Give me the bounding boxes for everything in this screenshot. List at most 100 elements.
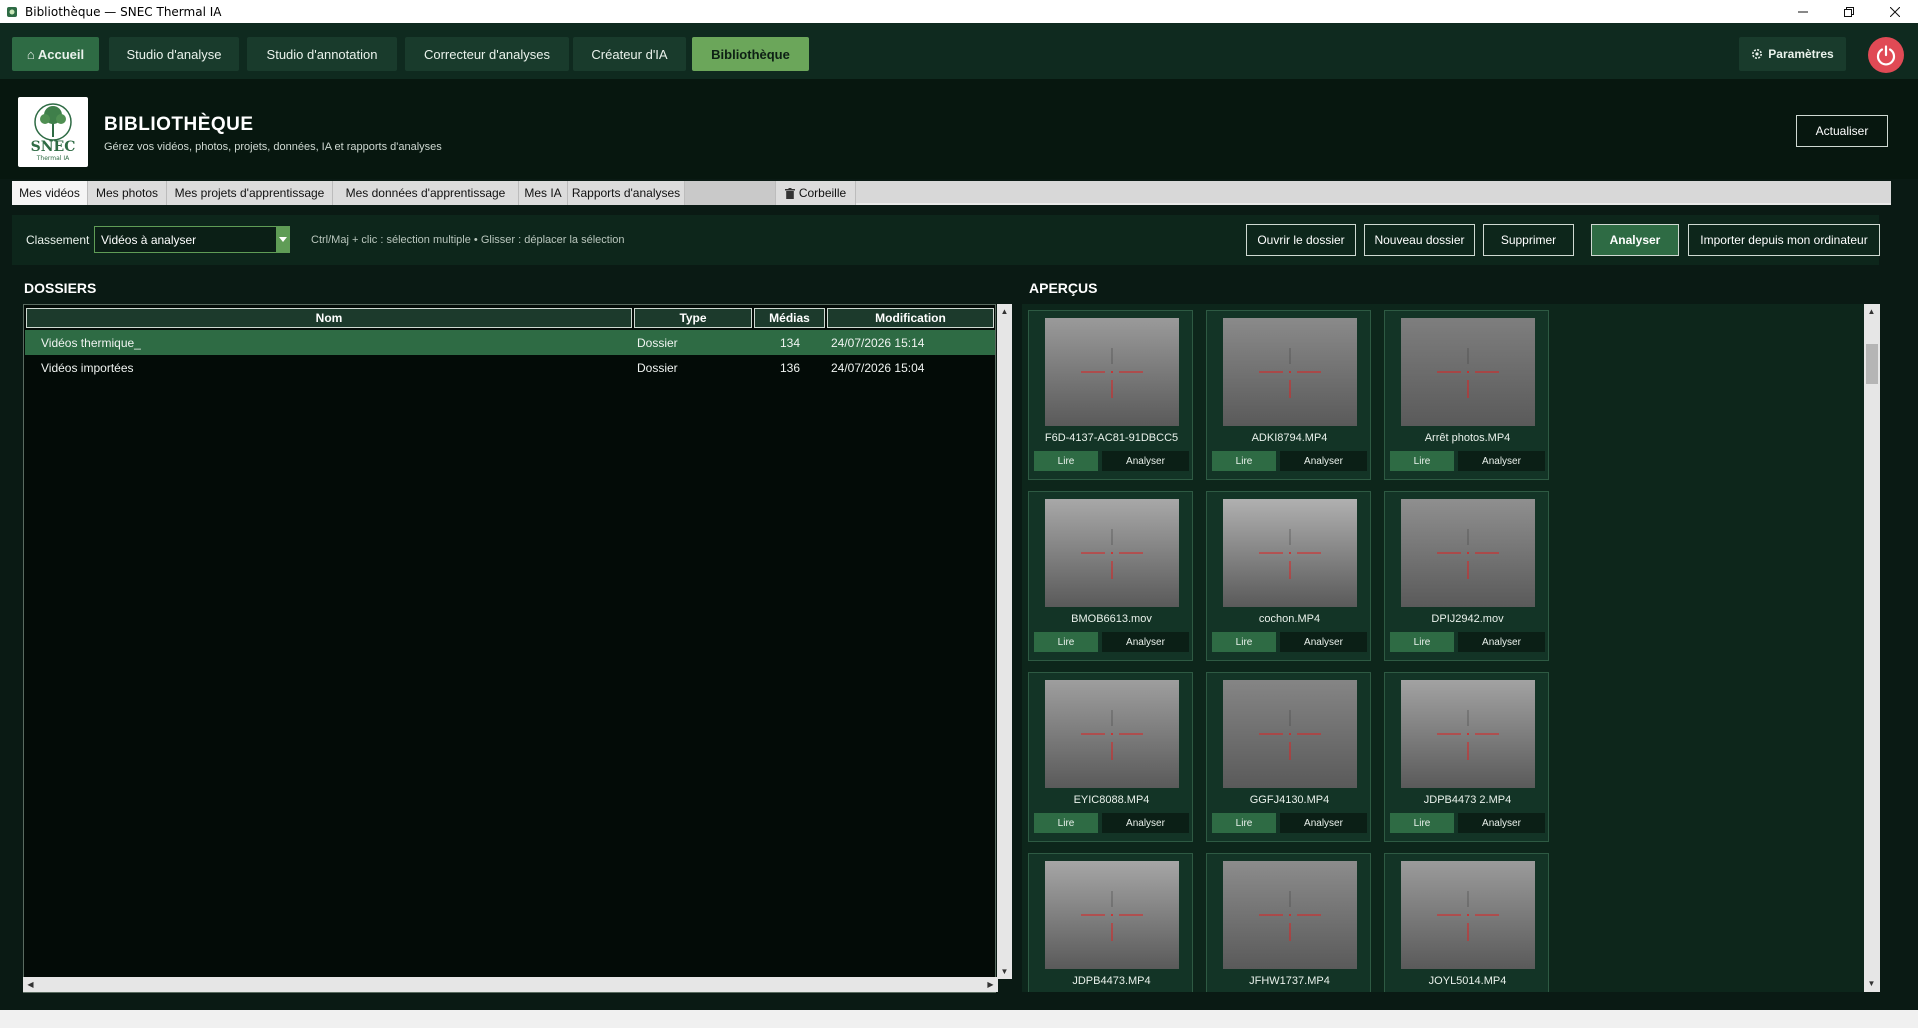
analyze-video-button[interactable]: Analyser	[1458, 632, 1545, 652]
analyze-video-button[interactable]: Analyser	[1102, 813, 1189, 833]
previews-scrollbar[interactable]: ▲ ▼	[1864, 304, 1880, 992]
new-folder-button[interactable]: Nouveau dossier	[1364, 224, 1475, 256]
preview-card[interactable]: ADKI8794.MP4 Lire Analyser	[1206, 310, 1371, 480]
tab-mes-ia[interactable]: Mes IA	[519, 181, 568, 205]
refresh-button[interactable]: Actualiser	[1796, 115, 1888, 147]
analyze-video-button[interactable]: Analyser	[1458, 451, 1545, 471]
row-type: Dossier	[637, 335, 678, 350]
video-thumbnail[interactable]	[1401, 861, 1535, 969]
preview-card[interactable]: cochon.MP4 Lire Analyser	[1206, 491, 1371, 661]
tab-spacer	[685, 181, 776, 205]
nav-studio-analyse[interactable]: Studio d'analyse	[109, 37, 239, 71]
analyze-video-button[interactable]: Analyser	[1280, 632, 1367, 652]
nav-correcteur[interactable]: Correcteur d'analyses	[405, 37, 569, 71]
sort-select[interactable]: Vidéos à analyser	[94, 226, 290, 253]
preview-card[interactable]: GGFJ4130.MP4 Lire Analyser	[1206, 672, 1371, 842]
chevron-down-icon[interactable]	[276, 226, 290, 253]
status-strip	[0, 1010, 1918, 1028]
power-button[interactable]	[1868, 37, 1904, 73]
scroll-up-icon[interactable]: ▲	[997, 304, 1012, 319]
preview-card[interactable]: Arrêt photos.MP4 Lire Analyser	[1384, 310, 1549, 480]
column-type[interactable]: Type	[634, 308, 752, 328]
analyze-video-button[interactable]: Analyser	[1102, 451, 1189, 471]
preview-filename: Arrêt photos.MP4	[1424, 432, 1511, 444]
import-button[interactable]: Importer depuis mon ordinateur	[1688, 224, 1880, 256]
play-button[interactable]: Lire	[1390, 632, 1454, 652]
play-button[interactable]: Lire	[1212, 632, 1276, 652]
scroll-right-icon[interactable]: ▶	[983, 977, 998, 992]
analyze-video-button[interactable]: Analyser	[1280, 813, 1367, 833]
tab-mes-photos[interactable]: Mes photos	[88, 181, 167, 205]
scroll-up-icon[interactable]: ▲	[1864, 304, 1879, 319]
maximize-button[interactable]	[1826, 0, 1872, 23]
play-button[interactable]: Lire	[1390, 451, 1454, 471]
scroll-down-icon[interactable]: ▼	[997, 964, 1012, 979]
preview-card[interactable]: F6D-4137-AC81-91DBCC5 Lire Analyser	[1028, 310, 1193, 480]
library-tabs: Mes vidéos Mes photos Mes projets d'appr…	[12, 181, 1891, 205]
play-button[interactable]: Lire	[1390, 813, 1454, 833]
video-thumbnail[interactable]	[1401, 680, 1535, 788]
close-button[interactable]	[1872, 0, 1918, 23]
page-subtitle: Gérez vos vidéos, photos, projets, donné…	[104, 141, 442, 153]
video-thumbnail[interactable]	[1223, 680, 1357, 788]
video-thumbnail[interactable]	[1401, 499, 1535, 607]
folders-horizontal-scrollbar[interactable]: ◀ ▶	[23, 977, 998, 992]
analyze-video-button[interactable]: Analyser	[1280, 451, 1367, 471]
previews-grid: F6D-4137-AC81-91DBCC5 Lire Analyser ADKI879…	[1022, 304, 1879, 992]
nav-createur-ia[interactable]: Créateur d'IA	[573, 37, 686, 71]
play-button[interactable]: Lire	[1212, 813, 1276, 833]
scroll-thumb[interactable]	[1866, 344, 1878, 384]
row-count: 136	[780, 360, 801, 375]
play-button[interactable]: Lire	[1034, 632, 1098, 652]
scroll-down-icon[interactable]: ▼	[1864, 976, 1879, 991]
preview-card[interactable]: JDPB4473.MP4LireAnalyser	[1028, 853, 1193, 992]
sort-label: Classement	[26, 233, 90, 247]
preview-filename: JFHW1737.MP4	[1249, 975, 1330, 987]
video-thumbnail[interactable]	[1045, 318, 1179, 426]
folders-title: DOSSIERS	[24, 280, 97, 296]
tab-donnees[interactable]: Mes données d'apprentissage	[333, 181, 519, 205]
open-folder-button[interactable]: Ouvrir le dossier	[1246, 224, 1356, 256]
preview-card[interactable]: JDPB4473 2.MP4 Lire Analyser	[1384, 672, 1549, 842]
window-titlebar: Bibliothèque — SNEC Thermal IA	[0, 0, 1918, 23]
column-medias[interactable]: Médias	[754, 308, 825, 328]
tab-rapports[interactable]: Rapports d'analyses	[568, 181, 685, 205]
video-thumbnail[interactable]	[1401, 318, 1535, 426]
video-thumbnail[interactable]	[1223, 499, 1357, 607]
preview-card[interactable]: BMOB6613.mov Lire Analyser	[1028, 491, 1193, 661]
table-row[interactable]: Vidéos thermique_ Dossier 134 24/07/2026…	[25, 330, 995, 355]
preview-card[interactable]: JOYL5014.MP4LireAnalyser	[1384, 853, 1549, 992]
preview-card[interactable]: DPIJ2942.mov Lire Analyser	[1384, 491, 1549, 661]
analyze-button[interactable]: Analyser	[1591, 224, 1679, 256]
analyze-video-button[interactable]: Analyser	[1458, 813, 1545, 833]
minimize-button[interactable]	[1780, 0, 1826, 23]
nav-home-button[interactable]: ⌂ Accueil	[12, 37, 99, 71]
play-button[interactable]: Lire	[1212, 451, 1276, 471]
nav-bibliotheque[interactable]: Bibliothèque	[692, 37, 809, 71]
tab-corbeille[interactable]: Corbeille	[776, 181, 856, 205]
play-button[interactable]: Lire	[1034, 451, 1098, 471]
table-row[interactable]: Vidéos importées Dossier 136 24/07/2026 …	[25, 355, 995, 380]
play-button[interactable]: Lire	[1034, 813, 1098, 833]
video-thumbnail[interactable]	[1223, 318, 1357, 426]
preview-filename: EYIC8088.MP4	[1073, 794, 1150, 806]
preview-card[interactable]: JFHW1737.MP4LireAnalyser	[1206, 853, 1371, 992]
snec-logo: SNEC Thermal IA	[18, 97, 88, 167]
analyze-video-button[interactable]: Analyser	[1102, 632, 1189, 652]
video-thumbnail[interactable]	[1045, 861, 1179, 969]
nav-studio-annotation[interactable]: Studio d'annotation	[247, 37, 397, 71]
settings-button[interactable]: Paramètres	[1739, 37, 1846, 71]
video-thumbnail[interactable]	[1045, 499, 1179, 607]
scroll-left-icon[interactable]: ◀	[23, 977, 38, 992]
delete-button[interactable]: Supprimer	[1483, 224, 1574, 256]
preview-card[interactable]: EYIC8088.MP4 Lire Analyser	[1028, 672, 1193, 842]
tab-mes-videos[interactable]: Mes vidéos	[12, 181, 88, 205]
trash-icon	[784, 187, 795, 199]
folders-vertical-scrollbar[interactable]: ▲ ▼	[997, 304, 1012, 979]
video-thumbnail[interactable]	[1045, 680, 1179, 788]
video-thumbnail[interactable]	[1223, 861, 1357, 969]
row-count: 134	[780, 335, 801, 350]
column-modification[interactable]: Modification	[827, 308, 994, 328]
column-name[interactable]: Nom	[26, 308, 632, 328]
tab-projets[interactable]: Mes projets d'apprentissage	[167, 181, 333, 205]
